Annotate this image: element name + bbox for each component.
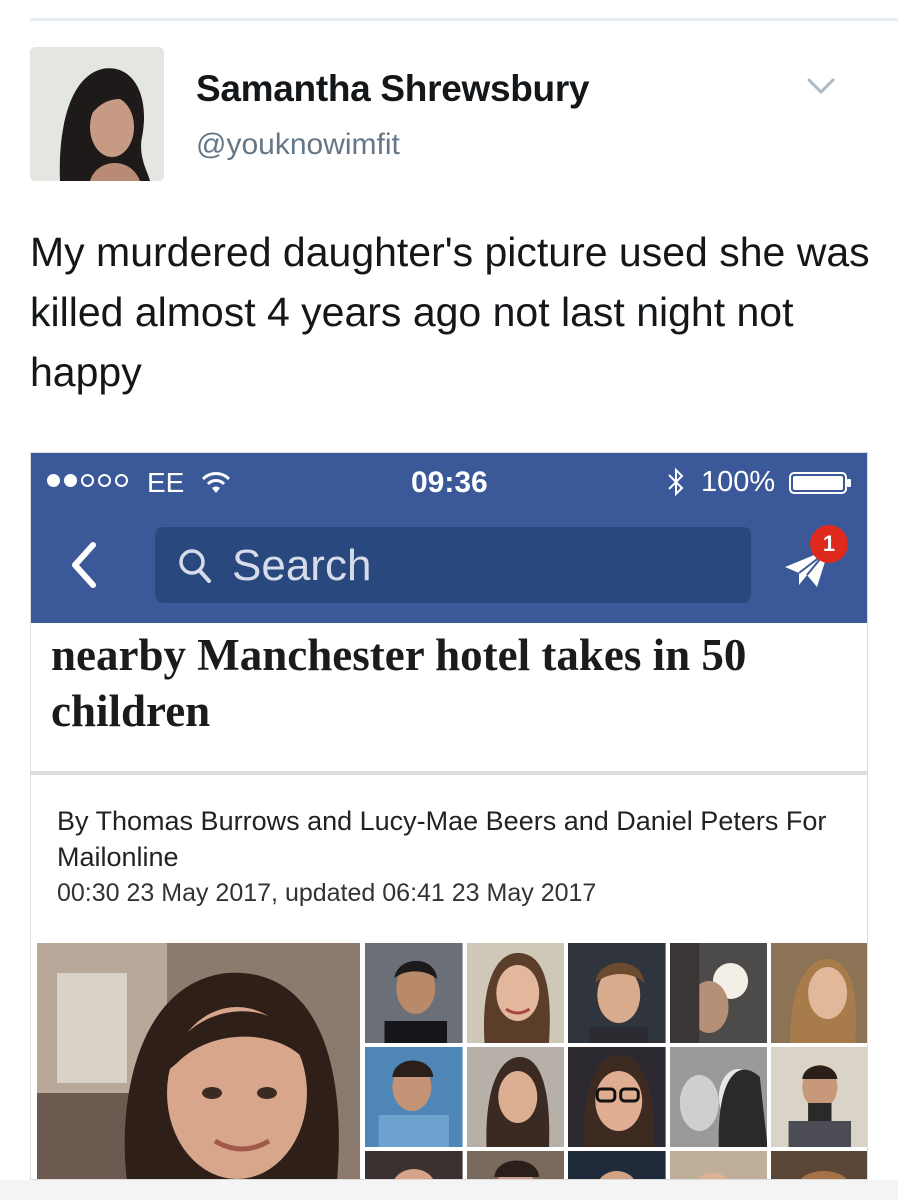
grid-photo[interactable] xyxy=(771,1047,867,1147)
battery-percent: 100% xyxy=(701,466,776,498)
app-navbar: EE 09:36 100% Search 1 xyxy=(31,453,867,623)
article-dateline: 00:30 23 May 2017, updated 06:41 23 May … xyxy=(57,879,597,907)
grid-photo[interactable] xyxy=(568,943,666,1043)
grid-photo[interactable] xyxy=(771,1151,867,1179)
author-handle[interactable]: @youknowimfit xyxy=(196,128,400,162)
article-divider xyxy=(31,771,867,775)
author-name[interactable]: Samantha Shrewsbury xyxy=(196,68,590,110)
avatar-image xyxy=(30,47,164,181)
article-photo-grid xyxy=(365,943,867,1179)
grid-photo[interactable] xyxy=(568,1047,666,1147)
avatar[interactable] xyxy=(30,47,164,181)
wifi-icon xyxy=(201,472,231,493)
grid-photo[interactable] xyxy=(669,1047,768,1147)
grid-photo[interactable] xyxy=(466,1047,565,1147)
grid-photo[interactable] xyxy=(466,1151,565,1179)
tweet-text: My murdered daughter's picture used she … xyxy=(30,229,870,395)
search-placeholder: Search xyxy=(232,541,372,590)
article-headline[interactable]: nearby Manchester hotel takes in 50 chil… xyxy=(51,627,851,739)
grid-photo[interactable] xyxy=(365,943,463,1043)
signal-strength-icon xyxy=(47,474,128,487)
battery-icon xyxy=(789,472,851,494)
grid-photo[interactable] xyxy=(365,1047,463,1147)
notification-badge: 1 xyxy=(810,525,848,563)
status-bar: EE 09:36 100% xyxy=(31,453,867,513)
grid-photo[interactable] xyxy=(669,1151,768,1179)
attached-screenshot[interactable]: EE 09:36 100% Search 1 nearby Manchester… xyxy=(30,452,868,1180)
article-byline: By Thomas Burrows and Lucy-Mae Beers and… xyxy=(57,806,827,872)
grid-photo[interactable] xyxy=(365,1151,463,1179)
search-icon xyxy=(179,549,211,583)
grid-photo[interactable] xyxy=(568,1151,666,1179)
grid-photo[interactable] xyxy=(771,943,867,1043)
bluetooth-icon xyxy=(668,467,684,497)
article-main-photo[interactable] xyxy=(37,943,360,1179)
carrier-label: EE xyxy=(147,467,185,498)
bottom-band xyxy=(0,1180,898,1200)
back-chevron-icon[interactable] xyxy=(69,539,99,591)
status-time: 09:36 xyxy=(411,466,488,499)
top-divider xyxy=(30,18,898,21)
grid-photo[interactable] xyxy=(466,943,565,1043)
grid-photo[interactable] xyxy=(669,943,768,1043)
chevron-down-icon[interactable] xyxy=(803,70,839,100)
